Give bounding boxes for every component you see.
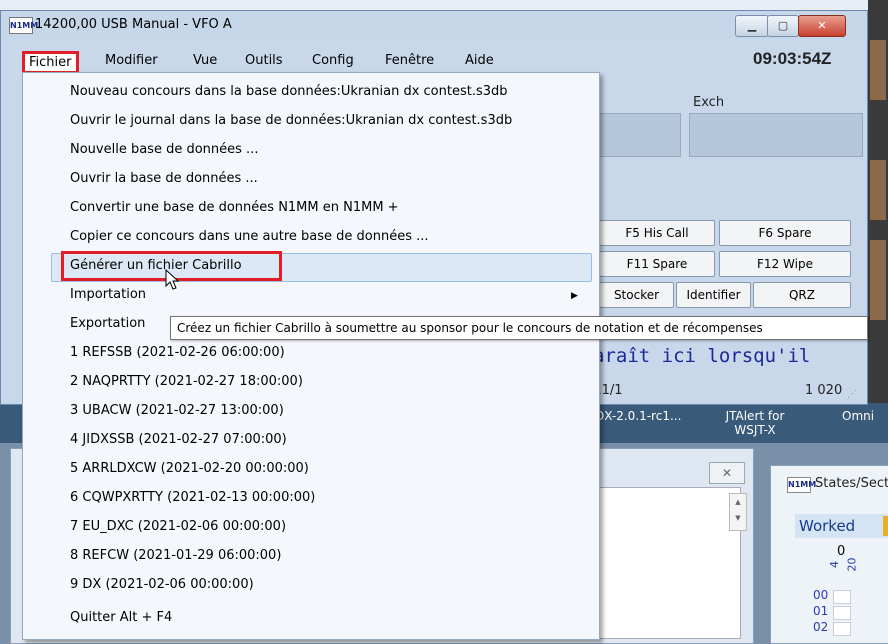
menu-item-ouvrir-journal[interactable]: Ouvrir le journal dans la base de donnée… bbox=[23, 107, 599, 135]
states-window-title: States/Sect bbox=[815, 476, 888, 491]
menu-vue[interactable]: Vue bbox=[193, 53, 217, 68]
scroll-down-icon[interactable]: ▼ bbox=[730, 510, 746, 526]
menu-item-label: Nouveau concours dans la base données:Uk… bbox=[70, 84, 508, 99]
menu-item-label: Copier ce concours dans une autre base d… bbox=[70, 229, 429, 244]
f6-spare-button[interactable]: F6 Spare bbox=[719, 220, 851, 246]
menu-item-recent-3[interactable]: 3 UBACW (2021-02-27 13:00:00) bbox=[23, 397, 599, 425]
menu-item-label: 7 EU_DXC (2021-02-06 00:00:00) bbox=[70, 519, 287, 534]
menu-item-recent-9[interactable]: 9 DX (2021-02-06 00:00:00) bbox=[23, 571, 599, 599]
exch-field[interactable] bbox=[689, 113, 863, 157]
menu-item-label: Importation bbox=[70, 287, 147, 302]
menu-item-label: 8 REFCW (2021-01-29 06:00:00) bbox=[70, 548, 282, 563]
menu-item-nouvelle-base[interactable]: Nouvelle base de données ... bbox=[23, 136, 599, 164]
fichier-menu: Nouveau concours dans la base données:Uk… bbox=[22, 72, 600, 640]
menu-item-quitter[interactable]: Quitter Alt + F4 bbox=[23, 604, 599, 632]
status-count: 1 020 bbox=[805, 383, 843, 398]
taskbar-item-jtalert[interactable]: JTAlert for WSJT-X bbox=[712, 409, 798, 437]
menu-fichier[interactable]: Fichier bbox=[22, 51, 79, 74]
window-title: 14200,00 USB Manual - VFO A bbox=[35, 17, 232, 32]
tab-worked[interactable]: Worked bbox=[795, 514, 888, 538]
menu-aide[interactable]: Aide bbox=[465, 53, 494, 68]
tooltip-text: Créez un fichier Cabrillo à soumettre au… bbox=[177, 321, 763, 335]
menu-item-label: 1 REFSSB (2021-02-26 06:00:00) bbox=[70, 345, 285, 360]
resize-grip-icon[interactable]: ⋰ bbox=[847, 389, 857, 400]
exch-label: Exch bbox=[693, 95, 725, 110]
states-row-label: 01 bbox=[813, 604, 829, 618]
states-vertical-label: 20 bbox=[845, 557, 859, 572]
menu-item-label: 9 DX (2021-02-06 00:00:00) bbox=[70, 577, 254, 592]
maximize-icon: ▢ bbox=[777, 19, 789, 32]
close-button[interactable]: ✕ bbox=[798, 15, 846, 37]
states-window: N1MM States/Sect Worked 0 4 20 00 01 02 bbox=[770, 465, 888, 644]
states-row-label: 02 bbox=[813, 620, 829, 634]
close-button[interactable]: ✕ bbox=[709, 462, 745, 484]
menu-item-label: 5 ARRLDXCW (2021-02-20 00:00:00) bbox=[70, 461, 309, 476]
menu-item-label: Exportation bbox=[70, 316, 146, 331]
menu-item-label: Ouvrir le journal dans la base de donnée… bbox=[70, 113, 513, 128]
background-thumbnail bbox=[870, 240, 886, 320]
status-message: araît ici lorsqu'il bbox=[593, 345, 811, 367]
submenu-arrow-icon: ▶ bbox=[571, 291, 578, 301]
menu-item-ouvrir-base[interactable]: Ouvrir la base de données ... bbox=[23, 165, 599, 193]
menu-item-label: Convertir une base de données N1MM en N1… bbox=[70, 200, 399, 215]
menu-item-recent-4[interactable]: 4 JIDXSSB (2021-02-27 07:00:00) bbox=[23, 426, 599, 454]
f11-spare-button[interactable]: F11 Spare bbox=[599, 251, 715, 277]
states-count: 0 bbox=[837, 544, 846, 559]
taskbar-item-omni[interactable]: Omni bbox=[842, 409, 874, 423]
menu-item-label: Nouvelle base de données ... bbox=[70, 142, 259, 157]
maximize-button[interactable]: ▢ bbox=[767, 15, 799, 37]
states-vertical-label: 4 bbox=[828, 561, 841, 568]
scroll-up-icon[interactable]: ▲ bbox=[730, 494, 746, 510]
menu-item-recent-5[interactable]: 5 ARRLDXCW (2021-02-20 00:00:00) bbox=[23, 455, 599, 483]
f5-his-call-button[interactable]: F5 His Call bbox=[599, 220, 715, 246]
close-icon: ✕ bbox=[817, 19, 827, 32]
callsign-field[interactable] bbox=[599, 113, 681, 157]
app-logo: N1MM bbox=[9, 17, 38, 34]
menu-item-label: 4 JIDXSSB (2021-02-27 07:00:00) bbox=[70, 432, 287, 447]
states-cell[interactable] bbox=[833, 590, 851, 604]
menu-item-recent-6[interactable]: 6 CQWPXRTTY (2021-02-13 00:00:00) bbox=[23, 484, 599, 512]
states-cell[interactable] bbox=[833, 606, 851, 620]
vertical-scrollbar[interactable]: ▲ ▼ bbox=[729, 493, 747, 531]
states-row-label: 00 bbox=[813, 588, 829, 602]
menu-item-nouveau-concours[interactable]: Nouveau concours dans la base données:Uk… bbox=[23, 78, 599, 106]
menu-modifier[interactable]: Modifier bbox=[105, 53, 158, 68]
utc-clock: 09:03:54Z bbox=[753, 49, 832, 68]
desktop-background bbox=[0, 0, 888, 10]
menu-item-copier-concours[interactable]: Copier ce concours dans une autre base d… bbox=[23, 223, 599, 251]
qrz-button[interactable]: QRZ bbox=[753, 282, 851, 308]
app-logo: N1MM bbox=[787, 477, 816, 493]
states-cell[interactable] bbox=[833, 622, 851, 636]
identifier-button[interactable]: Identifier bbox=[676, 282, 751, 308]
menu-outils[interactable]: Outils bbox=[245, 53, 283, 68]
menu-item-importation[interactable]: Importation bbox=[23, 281, 599, 309]
mouse-cursor-icon bbox=[165, 269, 180, 290]
menu-item-recent-1[interactable]: 1 REFSSB (2021-02-26 06:00:00) bbox=[23, 339, 599, 367]
title-bar[interactable]: N1MM 14200,00 USB Manual - VFO A ▁ ▢ ✕ bbox=[1, 11, 867, 39]
menu-item-label: 6 CQWPXRTTY (2021-02-13 00:00:00) bbox=[70, 490, 316, 505]
menu-item-label: Ouvrir la base de données ... bbox=[70, 171, 258, 186]
menu-item-recent-2[interactable]: 2 NAQPRTTY (2021-02-27 18:00:00) bbox=[23, 368, 599, 396]
tab-indicator bbox=[883, 516, 888, 536]
stocker-button[interactable]: Stocker bbox=[599, 282, 674, 308]
menu-item-convertir-base[interactable]: Convertir une base de données N1MM en N1… bbox=[23, 194, 599, 222]
close-icon: ✕ bbox=[721, 466, 733, 480]
menu-config[interactable]: Config bbox=[312, 53, 354, 68]
taskbar-item-dx[interactable]: DX-2.0.1-rc1... bbox=[595, 409, 681, 423]
background-thumbnail bbox=[870, 40, 886, 100]
tooltip: Créez un fichier Cabrillo à soumettre au… bbox=[170, 316, 868, 340]
f12-wipe-button[interactable]: F12 Wipe bbox=[719, 251, 851, 277]
menu-fenetre[interactable]: Fenêtre bbox=[385, 53, 434, 68]
menu-item-label: 2 NAQPRTTY (2021-02-27 18:00:00) bbox=[70, 374, 303, 389]
minimize-icon: ▁ bbox=[747, 19, 757, 32]
menu-item-recent-8[interactable]: 8 REFCW (2021-01-29 06:00:00) bbox=[23, 542, 599, 570]
menu-item-label: Quitter Alt + F4 bbox=[70, 610, 173, 625]
menu-item-recent-7[interactable]: 7 EU_DXC (2021-02-06 00:00:00) bbox=[23, 513, 599, 541]
tab-worked-label: Worked bbox=[799, 517, 856, 535]
background-thumbnail bbox=[870, 160, 886, 220]
minimize-button[interactable]: ▁ bbox=[735, 15, 769, 37]
menu-item-label: 3 UBACW (2021-02-27 13:00:00) bbox=[70, 403, 284, 418]
background-window-edge bbox=[868, 0, 888, 420]
